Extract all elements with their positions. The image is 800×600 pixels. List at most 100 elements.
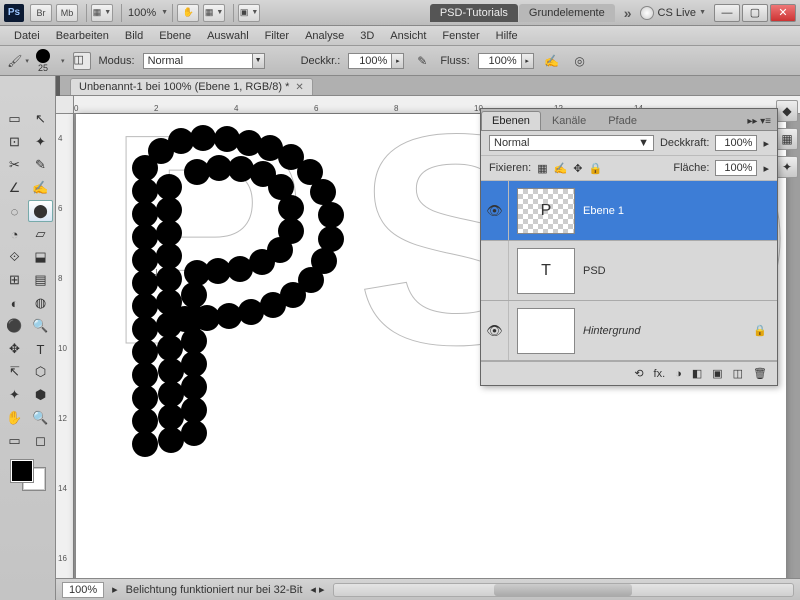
screen-mode-menu[interactable]: ▣▼: [238, 4, 260, 22]
tool-8[interactable]: ◌: [2, 200, 27, 222]
tool-22[interactable]: ↸: [2, 361, 27, 383]
maximize-button[interactable]: ▢: [742, 4, 768, 22]
brush-preset-picker[interactable]: 25: [36, 49, 50, 73]
ruler-origin[interactable]: [56, 96, 74, 114]
tool-0[interactable]: ▭: [2, 108, 27, 130]
status-zoom-input[interactable]: 100%: [62, 582, 104, 598]
color-swatches[interactable]: [11, 460, 45, 490]
tool-27[interactable]: 🔍: [28, 407, 53, 429]
more-workspaces-button[interactable]: »: [624, 5, 632, 21]
layer-row[interactable]: 👁Hintergrund🔒: [481, 301, 777, 361]
tool-29[interactable]: ◻: [28, 430, 53, 452]
panel-menu-button[interactable]: ▸▸ ▾≡: [741, 113, 777, 130]
tab-layers[interactable]: Ebenen: [481, 111, 541, 130]
dock-color-icon[interactable]: ◆: [776, 100, 798, 122]
layer-visibility-icon[interactable]: 👁: [481, 301, 509, 360]
view-extras-menu[interactable]: ▦▼: [91, 4, 113, 22]
close-document-icon[interactable]: ✕: [295, 82, 303, 93]
tool-25[interactable]: ⬢: [28, 384, 53, 406]
menu-ebene[interactable]: Ebene: [151, 30, 199, 42]
close-button[interactable]: ✕: [770, 4, 796, 22]
tool-12[interactable]: ⟐: [2, 246, 27, 268]
dock-styles-icon[interactable]: ✦: [776, 156, 798, 178]
tool-1[interactable]: ↖: [28, 108, 53, 130]
layer-row[interactable]: 👁P Ebene 1: [481, 181, 777, 241]
menu-auswahl[interactable]: Auswahl: [199, 30, 257, 42]
tool-26[interactable]: ✋: [2, 407, 27, 429]
lock-position-icon[interactable]: ✥: [573, 162, 582, 175]
tool-16[interactable]: ◐: [2, 292, 27, 314]
lock-transparency-icon[interactable]: ▦: [537, 162, 547, 175]
layer-thumbnail[interactable]: P: [517, 188, 575, 234]
tool-13[interactable]: ⬓: [28, 246, 53, 268]
brush-tool-icon[interactable]: 🖌▾: [8, 52, 28, 70]
lock-all-icon[interactable]: 🔒: [589, 162, 603, 175]
menu-bild[interactable]: Bild: [117, 30, 151, 42]
flow-input[interactable]: 100%: [478, 53, 522, 69]
tool-11[interactable]: ▱: [28, 223, 53, 245]
opacity-pressure-icon[interactable]: ✎: [412, 52, 432, 70]
foreground-color-swatch[interactable]: [11, 460, 33, 482]
panel-action-0[interactable]: ⟲: [634, 367, 643, 380]
tool-5[interactable]: ✎: [28, 154, 53, 176]
tool-18[interactable]: ⚫: [2, 315, 27, 337]
tool-7[interactable]: ✍: [28, 177, 53, 199]
layer-name-label[interactable]: PSD: [583, 265, 777, 277]
layer-thumbnail[interactable]: T: [517, 248, 575, 294]
tool-28[interactable]: ▭: [2, 430, 27, 452]
tab-paths[interactable]: Pfade: [597, 111, 648, 130]
zoom-select[interactable]: 100%▼: [126, 7, 168, 19]
horizontal-scrollbar[interactable]: [333, 583, 795, 597]
layer-row[interactable]: T PSD: [481, 241, 777, 301]
tool-10[interactable]: ◔: [2, 223, 27, 245]
tool-15[interactable]: ▤: [28, 269, 53, 291]
layer-blend-mode-select[interactable]: Normal▼: [489, 135, 654, 151]
arrange-menu[interactable]: ▦▼: [203, 4, 225, 22]
layer-thumbnail[interactable]: [517, 308, 575, 354]
cslive-button[interactable]: CS Live▼: [640, 6, 706, 20]
panel-action-3[interactable]: ◧: [692, 367, 702, 380]
layer-opacity-input[interactable]: 100%: [715, 135, 757, 151]
tool-21[interactable]: T: [28, 338, 53, 360]
layer-visibility-icon[interactable]: 👁: [481, 181, 509, 240]
panel-action-1[interactable]: fx.: [654, 368, 666, 380]
hand-tool-button[interactable]: ✋: [177, 4, 199, 22]
tool-9[interactable]: ⬤: [28, 200, 53, 222]
menu-filter[interactable]: Filter: [257, 30, 297, 42]
menu-3d[interactable]: 3D: [352, 30, 382, 42]
bridge-button[interactable]: Br: [30, 4, 52, 22]
blend-mode-select[interactable]: Normal: [143, 53, 253, 69]
tool-17[interactable]: ◍: [28, 292, 53, 314]
dock-swatches-icon[interactable]: ▦: [776, 128, 798, 150]
menu-hilfe[interactable]: Hilfe: [488, 30, 526, 42]
menu-analyse[interactable]: Analyse: [297, 30, 352, 42]
tool-19[interactable]: 🔍: [28, 315, 53, 337]
minibridge-button[interactable]: Mb: [56, 4, 78, 22]
layer-visibility-icon[interactable]: [481, 241, 509, 300]
layer-name-label[interactable]: Hintergrund: [583, 325, 753, 337]
panel-action-2[interactable]: ◑: [675, 368, 682, 380]
panel-action-6[interactable]: 🗑: [753, 367, 767, 380]
tool-2[interactable]: ⊡: [2, 131, 27, 153]
tool-24[interactable]: ✦: [2, 384, 27, 406]
minimize-button[interactable]: ―: [714, 4, 740, 22]
workspace-tab-grundelemente[interactable]: Grundelemente: [519, 4, 615, 22]
menu-ansicht[interactable]: Ansicht: [382, 30, 434, 42]
menu-datei[interactable]: Datei: [6, 30, 48, 42]
panel-action-4[interactable]: ▣: [712, 367, 722, 380]
tool-20[interactable]: ✥: [2, 338, 27, 360]
tool-3[interactable]: ✦: [28, 131, 53, 153]
layer-fill-input[interactable]: 100%: [715, 160, 757, 176]
tablet-pressure-icon[interactable]: ◎: [570, 52, 590, 70]
tool-6[interactable]: ∠: [2, 177, 27, 199]
layer-name-label[interactable]: Ebene 1: [583, 205, 777, 217]
tool-4[interactable]: ✂: [2, 154, 27, 176]
tool-23[interactable]: ⬡: [28, 361, 53, 383]
airbrush-icon[interactable]: ✍: [542, 52, 562, 70]
ruler-vertical[interactable]: 46810121416: [56, 114, 74, 578]
document-tab[interactable]: Unbenannt-1 bei 100% (Ebene 1, RGB/8) *✕: [70, 78, 313, 95]
panel-action-5[interactable]: ◫: [733, 367, 743, 380]
brush-panel-toggle[interactable]: ◫: [73, 52, 91, 70]
workspace-tab-psd-tutorials[interactable]: PSD-Tutorials: [430, 4, 518, 22]
opacity-input[interactable]: 100%: [348, 53, 392, 69]
